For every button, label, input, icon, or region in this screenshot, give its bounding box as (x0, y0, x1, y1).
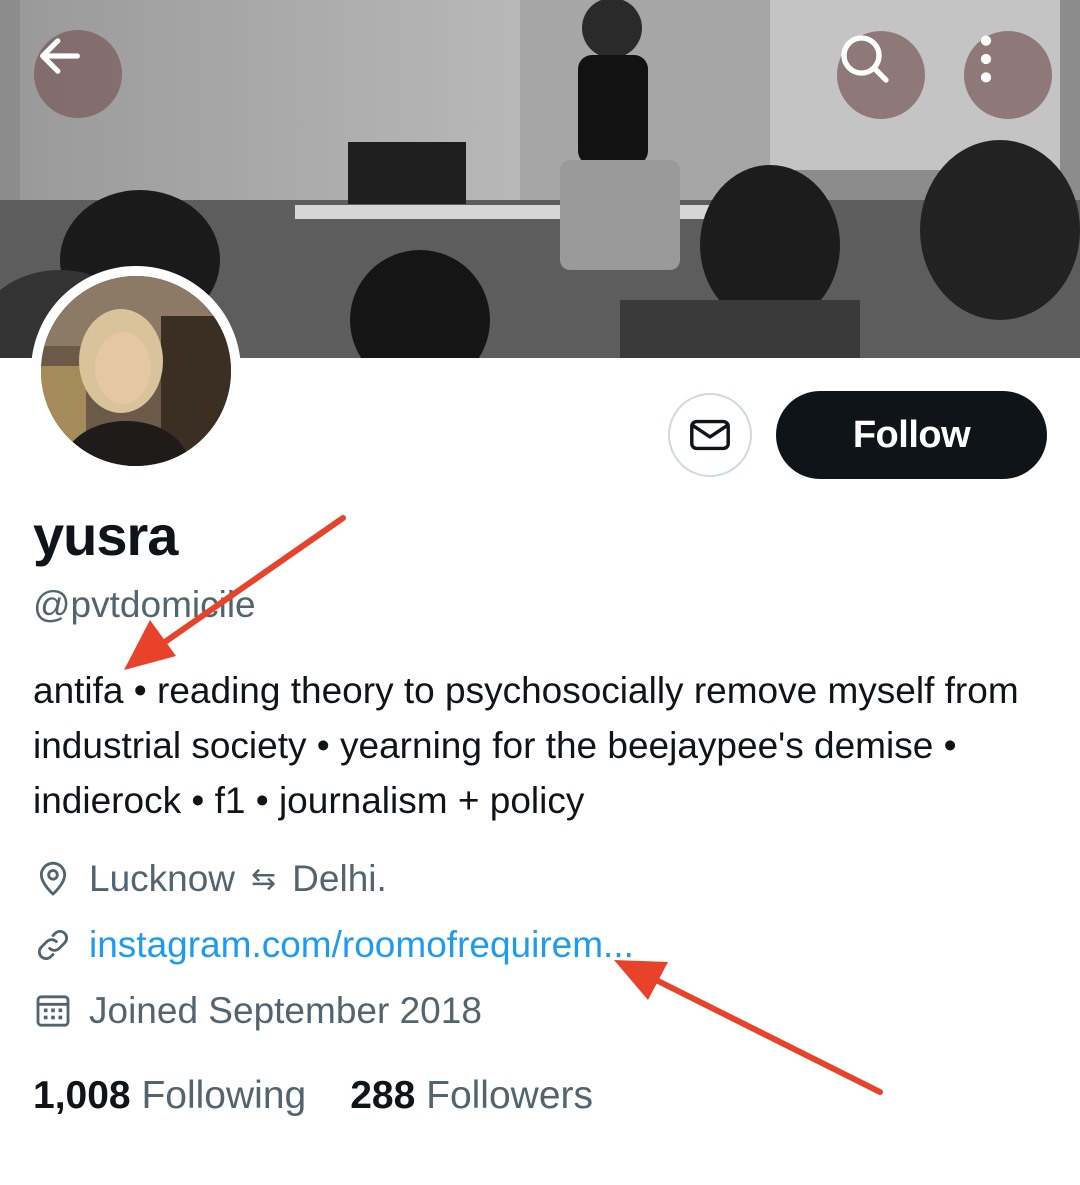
following-stat[interactable]: 1,008 Following (33, 1074, 306, 1117)
joined-date: Joined September 2018 (89, 990, 482, 1031)
search-icon (841, 35, 889, 83)
more-options-button[interactable] (964, 31, 1052, 119)
search-button[interactable] (837, 31, 925, 119)
avatar[interactable] (31, 266, 241, 476)
link-icon (33, 925, 73, 965)
envelope-icon (690, 419, 730, 451)
location-separator: ⇆ (251, 862, 277, 896)
followers-stat[interactable]: 288 Followers (350, 1074, 593, 1117)
annotation-arrow-link (614, 960, 883, 1095)
calendar-icon (33, 991, 73, 1031)
more-vertical-icon (980, 35, 992, 83)
followers-count: 288 (350, 1074, 416, 1117)
avatar-photo (41, 276, 231, 466)
follow-button[interactable]: Follow (776, 391, 1047, 479)
following-count: 1,008 (33, 1074, 131, 1117)
following-label: Following (141, 1074, 307, 1117)
location-row: Lucknow ⇆ Delhi. (33, 858, 387, 900)
arrow-left-icon (40, 38, 80, 74)
followers-label: Followers (426, 1074, 593, 1117)
location-from: Lucknow (89, 858, 236, 899)
follow-stats: 1,008 Following 288 Followers (33, 1074, 593, 1118)
bio-text: antifa • reading theory to psychosociall… (33, 670, 1019, 821)
joined-row: Joined September 2018 (33, 990, 482, 1032)
username-handle: @pvtdomicile (33, 584, 256, 625)
back-button[interactable] (34, 30, 122, 118)
map-pin-icon (33, 859, 73, 899)
location-to: Delhi. (292, 858, 387, 899)
display-name: yusra (33, 504, 178, 567)
website-link[interactable]: instagram.com/roomofrequirem... (89, 924, 634, 966)
message-button[interactable] (668, 393, 752, 477)
website-row[interactable]: instagram.com/roomofrequirem... (33, 924, 634, 966)
